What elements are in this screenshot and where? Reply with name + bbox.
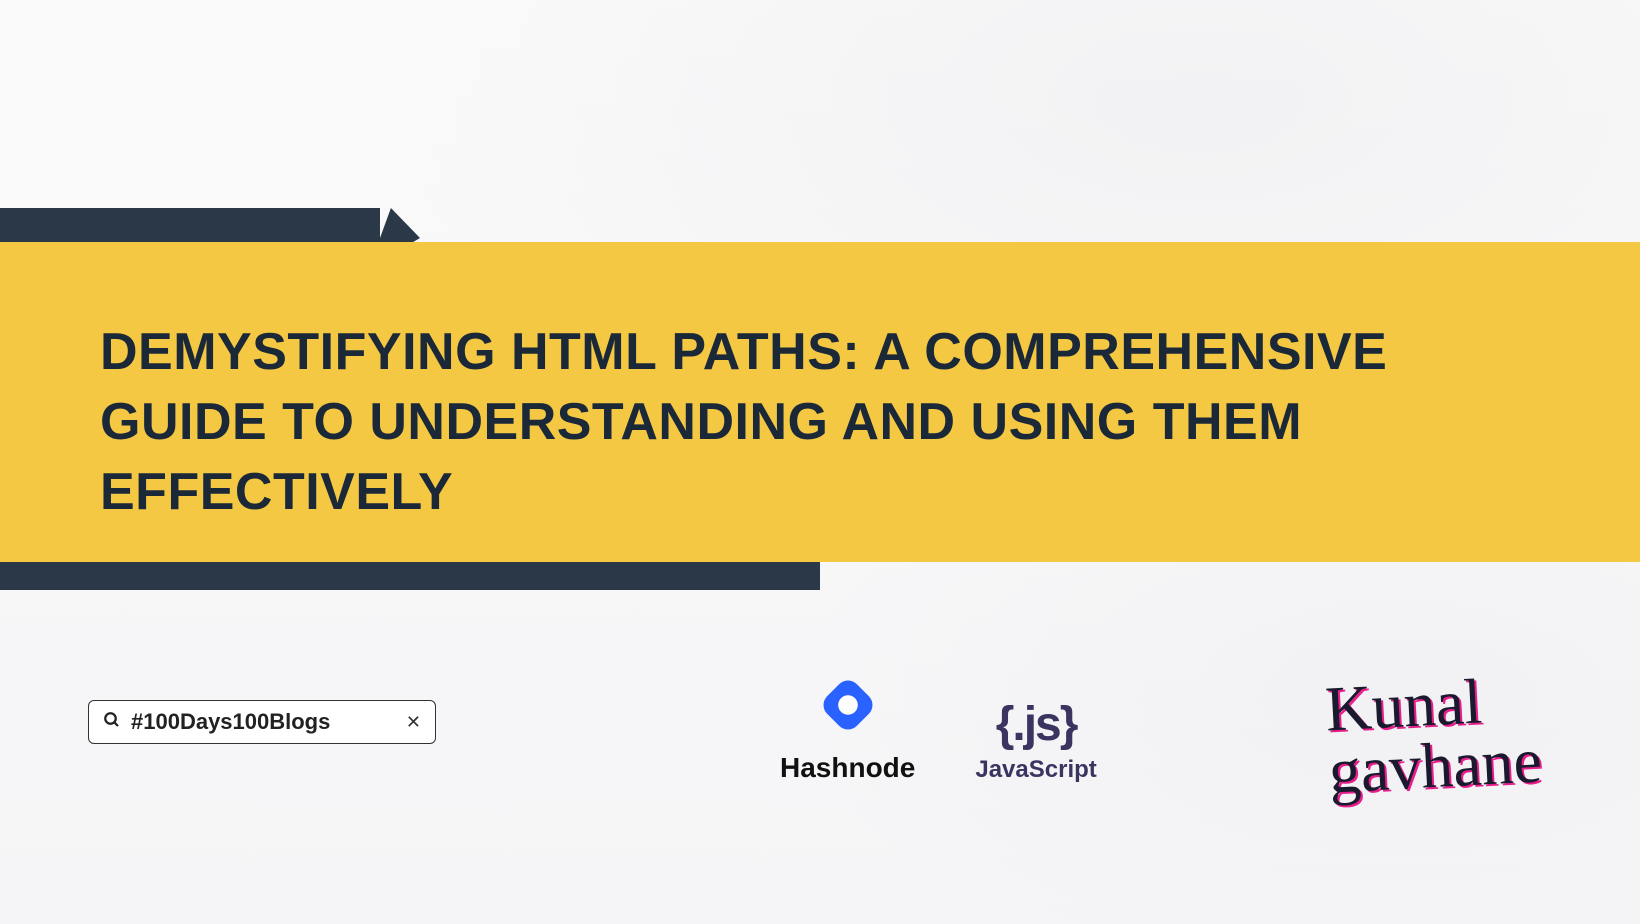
hashnode-label: Hashnode [780,752,915,784]
logo-row: Hashnode {.js} JavaScript [780,670,1097,784]
js-label: JavaScript [975,756,1096,784]
js-icon: {.js} [996,697,1077,752]
javascript-logo: {.js} JavaScript [975,697,1096,784]
close-icon[interactable]: ✕ [406,712,421,733]
hashnode-icon [813,670,883,740]
author-signature: Kunal gavhane [1324,672,1543,800]
decorative-bar [0,562,820,590]
title-banner: DEMYSTIFYING HTML PATHS: A COMPREHENSIVE… [0,242,1640,562]
search-box[interactable]: #100Days100Blogs ✕ [88,700,436,744]
search-input[interactable]: #100Days100Blogs [131,709,406,735]
signature-lastname: gavhane [1327,734,1543,799]
page-title: DEMYSTIFYING HTML PATHS: A COMPREHENSIVE… [100,317,1400,528]
search-icon [103,711,121,734]
hashnode-logo: Hashnode [780,670,915,784]
